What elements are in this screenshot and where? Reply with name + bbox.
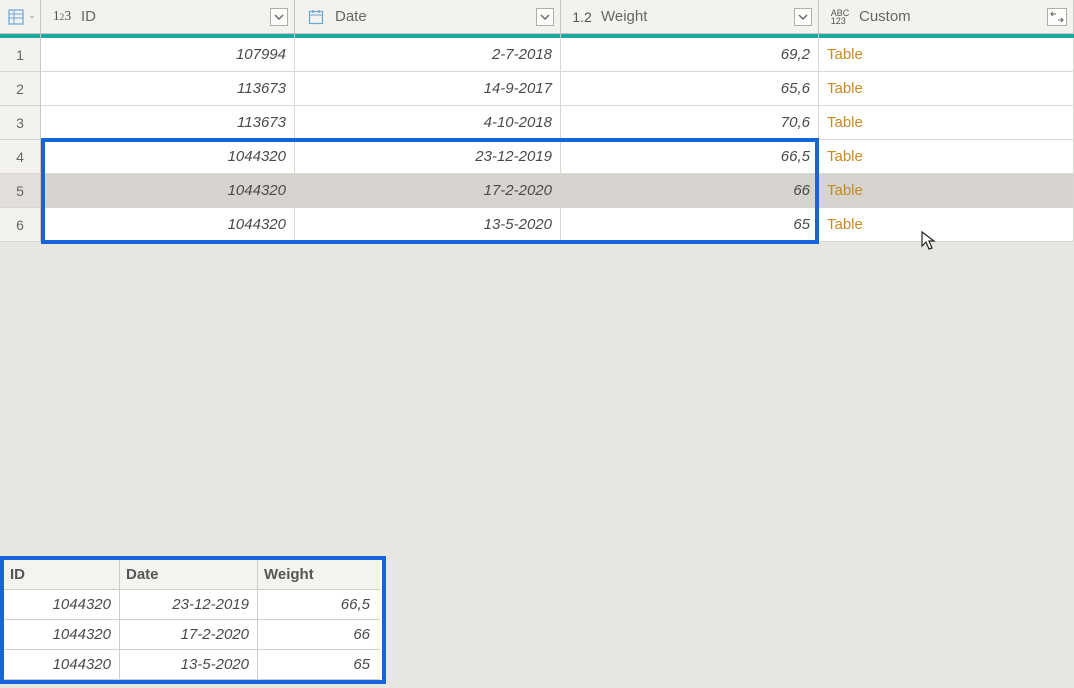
preview-row[interactable]: 104432023-12-201966,5 (4, 590, 382, 620)
date-type-icon (303, 8, 329, 26)
table-row[interactable]: 11079942-7-201869,2Table (0, 38, 1074, 72)
row-number[interactable]: 3 (0, 106, 41, 140)
column-header-row: 123 ID Date 1.2 Weight ABC123 Custom (0, 0, 1074, 34)
cell-custom[interactable]: Table (819, 208, 1074, 242)
any-type-icon: ABC123 (827, 8, 853, 26)
column-header-label: Date (335, 8, 367, 25)
expand-icon (1050, 11, 1064, 23)
chevron-down-icon (798, 12, 808, 22)
cell-weight[interactable]: 70,6 (561, 106, 819, 140)
preview-cell-id: 1044320 (4, 650, 120, 680)
preview-cell-weight: 66,5 (258, 590, 380, 620)
cell-date[interactable]: 23-12-2019 (295, 140, 561, 174)
column-filter-button-id[interactable] (270, 8, 288, 26)
cell-weight[interactable]: 66,5 (561, 140, 819, 174)
cell-id[interactable]: 113673 (41, 106, 295, 140)
cell-date[interactable]: 17-2-2020 (295, 174, 561, 208)
row-number[interactable]: 4 (0, 140, 41, 174)
column-filter-button-date[interactable] (536, 8, 554, 26)
cell-id[interactable]: 1044320 (41, 140, 295, 174)
preview-cell-weight: 65 (258, 650, 380, 680)
table-options-button[interactable] (0, 0, 41, 34)
cell-custom[interactable]: Table (819, 140, 1074, 174)
preview-cell-date: 23-12-2019 (120, 590, 258, 620)
table-row[interactable]: 31136734-10-201870,6Table (0, 106, 1074, 140)
cell-date[interactable]: 4-10-2018 (295, 106, 561, 140)
cell-id[interactable]: 107994 (41, 38, 295, 72)
preview-cell-date: 13-5-2020 (120, 650, 258, 680)
preview-row[interactable]: 104432013-5-202065 (4, 650, 382, 680)
chevron-down-icon (274, 12, 284, 22)
preview-header-weight[interactable]: Weight (258, 560, 380, 590)
column-header-date[interactable]: Date (295, 0, 561, 34)
cell-custom[interactable]: Table (819, 38, 1074, 72)
row-number[interactable]: 6 (0, 208, 41, 242)
cell-weight[interactable]: 65,6 (561, 72, 819, 106)
cell-weight[interactable]: 69,2 (561, 38, 819, 72)
cell-date[interactable]: 2-7-2018 (295, 38, 561, 72)
table-icon (8, 8, 24, 26)
column-header-label: Custom (859, 8, 911, 25)
column-header-label: Weight (601, 8, 647, 25)
row-number[interactable]: 2 (0, 72, 41, 106)
column-expand-button-custom[interactable] (1047, 8, 1067, 26)
cell-custom[interactable]: Table (819, 72, 1074, 106)
cell-id[interactable]: 1044320 (41, 208, 295, 242)
table-row[interactable]: 6104432013-5-202065Table (0, 208, 1074, 242)
column-header-id[interactable]: 123 ID (41, 0, 295, 34)
cell-weight[interactable]: 66 (561, 174, 819, 208)
record-preview-pane: ID Date Weight 104432023-12-201966,51044… (0, 556, 386, 684)
preview-cell-id: 1044320 (4, 590, 120, 620)
chevron-down-icon (540, 12, 550, 22)
row-number[interactable]: 5 (0, 174, 41, 208)
column-header-label: ID (81, 8, 96, 25)
cell-custom[interactable]: Table (819, 174, 1074, 208)
preview-rows: 104432023-12-201966,5104432017-2-2020661… (4, 590, 382, 680)
column-header-weight[interactable]: 1.2 Weight (561, 0, 819, 34)
cell-id[interactable]: 113673 (41, 72, 295, 106)
whole-number-type-icon: 123 (49, 8, 75, 26)
preview-header-row: ID Date Weight (4, 560, 382, 590)
preview-cell-weight: 66 (258, 620, 380, 650)
table-row[interactable]: 211367314-9-201765,6Table (0, 72, 1074, 106)
data-rows: 11079942-7-201869,2Table211367314-9-2017… (0, 38, 1074, 242)
preview-header-id[interactable]: ID (4, 560, 120, 590)
preview-cell-date: 17-2-2020 (120, 620, 258, 650)
preview-header-date[interactable]: Date (120, 560, 258, 590)
preview-cell-id: 1044320 (4, 620, 120, 650)
table-row[interactable]: 5104432017-2-202066Table (0, 174, 1074, 208)
table-row[interactable]: 4104432023-12-201966,5Table (0, 140, 1074, 174)
cell-date[interactable]: 14-9-2017 (295, 72, 561, 106)
column-header-custom[interactable]: ABC123 Custom (819, 0, 1074, 34)
cell-id[interactable]: 1044320 (41, 174, 295, 208)
chevron-down-icon (30, 12, 34, 22)
row-number[interactable]: 1 (0, 38, 41, 72)
decimal-type-icon: 1.2 (569, 8, 595, 26)
cell-date[interactable]: 13-5-2020 (295, 208, 561, 242)
cell-weight[interactable]: 65 (561, 208, 819, 242)
query-editor-grid: 123 ID Date 1.2 Weight ABC123 Custom (0, 0, 1074, 242)
column-filter-button-weight[interactable] (794, 8, 812, 26)
cell-custom[interactable]: Table (819, 106, 1074, 140)
preview-row[interactable]: 104432017-2-202066 (4, 620, 382, 650)
